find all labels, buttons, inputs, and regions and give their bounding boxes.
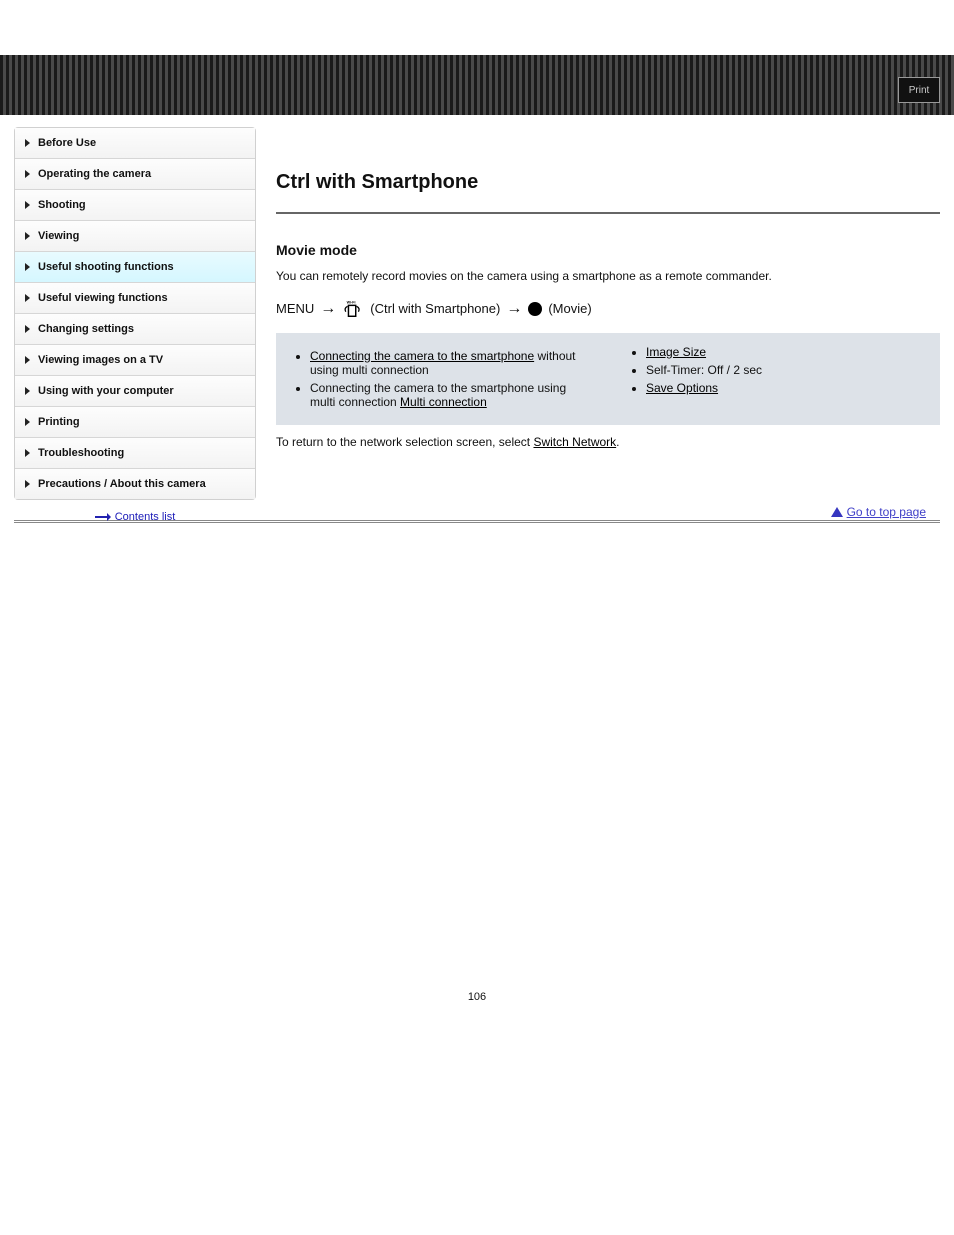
arrow-icon: →	[506, 300, 522, 318]
sidebar-item-label: Precautions / About this camera	[38, 478, 206, 490]
go-top-link[interactable]: Go to top page	[831, 505, 926, 519]
chevron-right-icon	[25, 263, 30, 271]
related-links-box: Connecting the camera to the smartphone …	[276, 333, 940, 425]
sidebar-item-label: Shooting	[38, 199, 86, 211]
note-link-switch-network[interactable]: Switch Network	[533, 435, 616, 449]
sidebar-item-operating[interactable]: Operating the camera	[15, 159, 255, 190]
sidebar-item-label: Viewing images on a TV	[38, 354, 163, 366]
sidebar-item-useful-viewing[interactable]: Useful viewing functions	[15, 283, 255, 314]
svg-text:Wi-Fi: Wi-Fi	[347, 300, 356, 304]
related-link-image-size[interactable]: Image Size	[646, 345, 706, 359]
sidebar-item-viewing[interactable]: Viewing	[15, 221, 255, 252]
note-line: To return to the network selection scree…	[276, 435, 940, 449]
triangle-up-icon	[831, 507, 843, 517]
sidebar-item-computer[interactable]: Using with your computer	[15, 376, 255, 407]
chevron-right-icon	[25, 170, 30, 178]
chevron-right-icon	[25, 139, 30, 147]
related-item: Connecting the camera to the smartphone …	[310, 349, 586, 377]
sidebar: Before Use Operating the camera Shooting…	[14, 127, 256, 500]
menu-path: MENU → Wi-Fi (Ctrl with Smartphone) → (M…	[276, 299, 940, 319]
related-item: Image Size	[646, 345, 922, 359]
arrow-icon: →	[320, 300, 336, 318]
sidebar-item-label: Changing settings	[38, 323, 134, 335]
chevron-right-icon	[25, 356, 30, 364]
sidebar-item-label: Viewing	[38, 230, 79, 242]
sidebar-item-tv[interactable]: Viewing images on a TV	[15, 345, 255, 376]
wifi-smartphone-icon: Wi-Fi	[342, 299, 364, 319]
path-step-movie-label: (Movie)	[548, 301, 591, 316]
sidebar-item-printing[interactable]: Printing	[15, 407, 255, 438]
page-number: 106	[0, 991, 954, 1019]
related-link-save-options[interactable]: Save Options	[646, 381, 718, 395]
title-divider	[276, 212, 940, 214]
related-link-multi[interactable]: Multi connection	[400, 395, 487, 409]
chevron-right-icon	[25, 387, 30, 395]
sidebar-item-label: Useful viewing functions	[38, 292, 168, 304]
main-content: Ctrl with Smartphone Movie mode You can …	[276, 127, 940, 507]
related-link-connecting[interactable]: Connecting the camera to the smartphone	[310, 349, 534, 363]
path-step-ctrl-label: (Ctrl with Smartphone)	[370, 301, 500, 316]
record-icon	[528, 302, 542, 316]
sidebar-item-label: Printing	[38, 416, 80, 428]
chevron-right-icon	[25, 418, 30, 426]
sidebar-item-before-use[interactable]: Before Use	[15, 128, 255, 159]
sidebar-item-precautions[interactable]: Precautions / About this camera	[15, 469, 255, 499]
print-button[interactable]: Print	[898, 77, 940, 103]
chevron-right-icon	[25, 325, 30, 333]
chevron-right-icon	[25, 294, 30, 302]
chevron-right-icon	[25, 201, 30, 209]
sidebar-item-label: Before Use	[38, 137, 96, 149]
page-title: Ctrl with Smartphone	[276, 171, 940, 194]
sidebar-item-label: Using with your computer	[38, 385, 174, 397]
section-description: You can remotely record movies on the ca…	[276, 268, 940, 285]
path-step-menu: MENU	[276, 301, 314, 316]
related-item: Connecting the camera to the smartphone …	[310, 381, 586, 409]
sidebar-item-useful-shooting[interactable]: Useful shooting functions	[15, 252, 255, 283]
go-top-label: Go to top page	[847, 505, 926, 519]
top-banner: Print	[0, 55, 954, 115]
sidebar-item-label: Operating the camera	[38, 168, 151, 180]
related-item-plain: Self-Timer: Off / 2 sec	[646, 363, 922, 377]
chevron-right-icon	[25, 232, 30, 240]
sidebar-item-changing-settings[interactable]: Changing settings	[15, 314, 255, 345]
sidebar-item-label: Useful shooting functions	[38, 261, 174, 273]
sidebar-item-troubleshooting[interactable]: Troubleshooting	[15, 438, 255, 469]
related-item: Save Options	[646, 381, 922, 395]
chevron-right-icon	[25, 480, 30, 488]
chevron-right-icon	[25, 449, 30, 457]
contents-list-label: Contents list	[115, 511, 176, 523]
sidebar-item-label: Troubleshooting	[38, 447, 124, 459]
sidebar-item-shooting[interactable]: Shooting	[15, 190, 255, 221]
contents-list-link[interactable]: Contents list	[95, 511, 176, 523]
section-heading: Movie mode	[276, 242, 940, 258]
